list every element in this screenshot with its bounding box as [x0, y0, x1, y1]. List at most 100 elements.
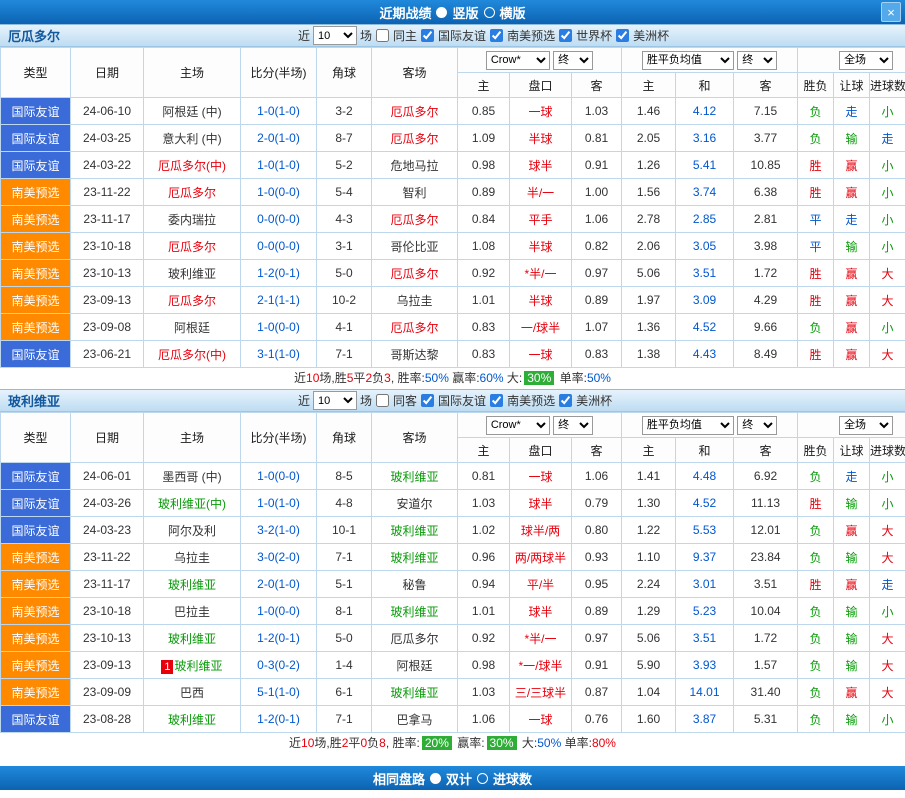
double-count-radio[interactable]	[430, 773, 441, 784]
ah-home-odds-cell: 1.01	[458, 598, 510, 625]
horizontal-layout-label[interactable]: 横版	[500, 3, 526, 22]
lose-odds-cell: 11.13	[734, 490, 798, 517]
summary-segment: 30%	[524, 371, 554, 385]
away-team-cell: 秘鲁	[372, 571, 458, 598]
competition-checkbox-1[interactable]	[490, 394, 503, 407]
draw-odds-cell: 3.87	[676, 706, 734, 733]
col-ah-home: 主	[458, 438, 510, 463]
ah-away-odds-cell: 0.87	[572, 679, 622, 706]
horizontal-layout-radio[interactable]	[484, 7, 495, 18]
competition-checkbox-0[interactable]	[421, 394, 434, 407]
scope-select[interactable]: 全场	[839, 51, 893, 70]
home-team-cell: 玻利维亚	[144, 260, 241, 287]
handicap-result-cell: 输	[834, 125, 870, 152]
result-cell: 负	[798, 679, 834, 706]
win-odds-cell: 1.46	[622, 98, 676, 125]
type-cell: 南美预选	[1, 287, 71, 314]
goals-count-label[interactable]: 进球数	[493, 769, 532, 788]
vertical-layout-label[interactable]: 竖版	[452, 3, 478, 22]
match-row: 国际友谊24-03-23阿尔及利3-2(1-0)10-1玻利维亚1.02球半/两…	[1, 517, 905, 544]
corners-cell: 6-1	[317, 679, 372, 706]
away-team-cell: 厄瓜多尔	[372, 206, 458, 233]
team-section-header: 厄瓜多尔 近10场同主国际友谊南美预选世界杯美洲杯	[0, 24, 905, 47]
col-score: 比分(半场)	[241, 48, 317, 98]
col-type: 类型	[1, 413, 71, 463]
ah-home-odds-cell: 1.08	[458, 233, 510, 260]
home-team-cell: 玻利维亚	[144, 571, 241, 598]
competition-checkbox-0[interactable]	[421, 29, 434, 42]
home-team-cell: 阿根廷 (中)	[144, 98, 241, 125]
date-cell: 23-11-17	[71, 571, 144, 598]
draw-odds-cell: 9.37	[676, 544, 734, 571]
recent-count-select[interactable]: 10	[313, 391, 357, 410]
close-icon[interactable]: ×	[881, 2, 901, 22]
type-cell: 南美预选	[1, 625, 71, 652]
ah-away-odds-cell: 0.76	[572, 706, 622, 733]
wdl-select[interactable]: 胜平负均值	[642, 51, 734, 70]
type-cell: 南美预选	[1, 652, 71, 679]
vertical-layout-radio[interactable]	[436, 7, 447, 18]
handicap-cell: 一球	[510, 341, 572, 368]
competition-checkbox-2[interactable]	[559, 29, 572, 42]
goals-result-cell: 大	[870, 625, 905, 652]
draw-odds-cell: 4.12	[676, 98, 734, 125]
home-team-cell: 玻利维亚(中)	[144, 490, 241, 517]
handicap-result-cell: 赢	[834, 179, 870, 206]
match-row: 国际友谊24-06-10阿根廷 (中)1-0(1-0)3-2厄瓜多尔0.85一球…	[1, 98, 905, 125]
draw-odds-cell: 3.01	[676, 571, 734, 598]
score-cell: 3-0(2-0)	[241, 544, 317, 571]
company-final-select[interactable]: 终	[553, 51, 593, 70]
handicap-cell: 半球	[510, 287, 572, 314]
home-team-cell: 厄瓜多尔(中)	[144, 152, 241, 179]
lose-odds-cell: 10.85	[734, 152, 798, 179]
win-odds-cell: 1.60	[622, 706, 676, 733]
result-cell: 负	[798, 652, 834, 679]
ah-home-odds-cell: 0.98	[458, 652, 510, 679]
home-team-cell: 乌拉圭	[144, 544, 241, 571]
type-cell: 国际友谊	[1, 463, 71, 490]
type-cell: 国际友谊	[1, 125, 71, 152]
same-venue-checkbox[interactable]	[376, 29, 389, 42]
result-cell: 负	[798, 544, 834, 571]
goals-result-cell: 小	[870, 598, 905, 625]
win-odds-cell: 5.06	[622, 260, 676, 287]
wdl-group-header: 胜平负均值 终	[622, 48, 798, 73]
company-final-select[interactable]: 终	[553, 416, 593, 435]
ah-away-odds-cell: 0.89	[572, 598, 622, 625]
summary-segment: 负	[367, 736, 379, 750]
win-odds-cell: 1.10	[622, 544, 676, 571]
competition-checkbox-2[interactable]	[559, 394, 572, 407]
company-select[interactable]: Crow*	[486, 51, 550, 70]
header-row-groups: 类型 日期 主场 比分(半场) 角球 客场 Crow* 终 胜平负均值 终 全场	[1, 413, 905, 438]
home-team-cell: 阿根廷	[144, 314, 241, 341]
win-odds-cell: 2.06	[622, 233, 676, 260]
competition-label: 美洲杯	[633, 27, 669, 44]
col-date: 日期	[71, 413, 144, 463]
date-cell: 23-09-13	[71, 652, 144, 679]
scope-select[interactable]: 全场	[839, 416, 893, 435]
goals-result-cell: 小	[870, 206, 905, 233]
competition-checkbox-1[interactable]	[490, 29, 503, 42]
home-team-cell: 巴拉圭	[144, 598, 241, 625]
wdl-final-select[interactable]: 终	[737, 51, 777, 70]
competition-checkbox-3[interactable]	[616, 29, 629, 42]
handicap-cell: *半/一	[510, 625, 572, 652]
double-count-label[interactable]: 双计	[446, 769, 472, 788]
same-venue-checkbox[interactable]	[376, 394, 389, 407]
wdl-final-select[interactable]: 终	[737, 416, 777, 435]
handicap-result-cell: 输	[834, 233, 870, 260]
type-cell: 南美预选	[1, 206, 71, 233]
recent-count-select[interactable]: 10	[313, 26, 357, 45]
wdl-select[interactable]: 胜平负均值	[642, 416, 734, 435]
win-odds-cell: 2.24	[622, 571, 676, 598]
date-cell: 23-09-08	[71, 314, 144, 341]
score-cell: 3-1(1-0)	[241, 341, 317, 368]
company-select[interactable]: Crow*	[486, 416, 550, 435]
summary-segment: 单率:	[561, 736, 592, 750]
goals-result-cell: 大	[870, 341, 905, 368]
match-row: 国际友谊24-03-22厄瓜多尔(中)1-0(1-0)5-2危地马拉0.98球半…	[1, 152, 905, 179]
handicap-result-cell: 走	[834, 463, 870, 490]
handicap-cell: 球半/两	[510, 517, 572, 544]
draw-odds-cell: 3.09	[676, 287, 734, 314]
goals-count-radio[interactable]	[477, 773, 488, 784]
